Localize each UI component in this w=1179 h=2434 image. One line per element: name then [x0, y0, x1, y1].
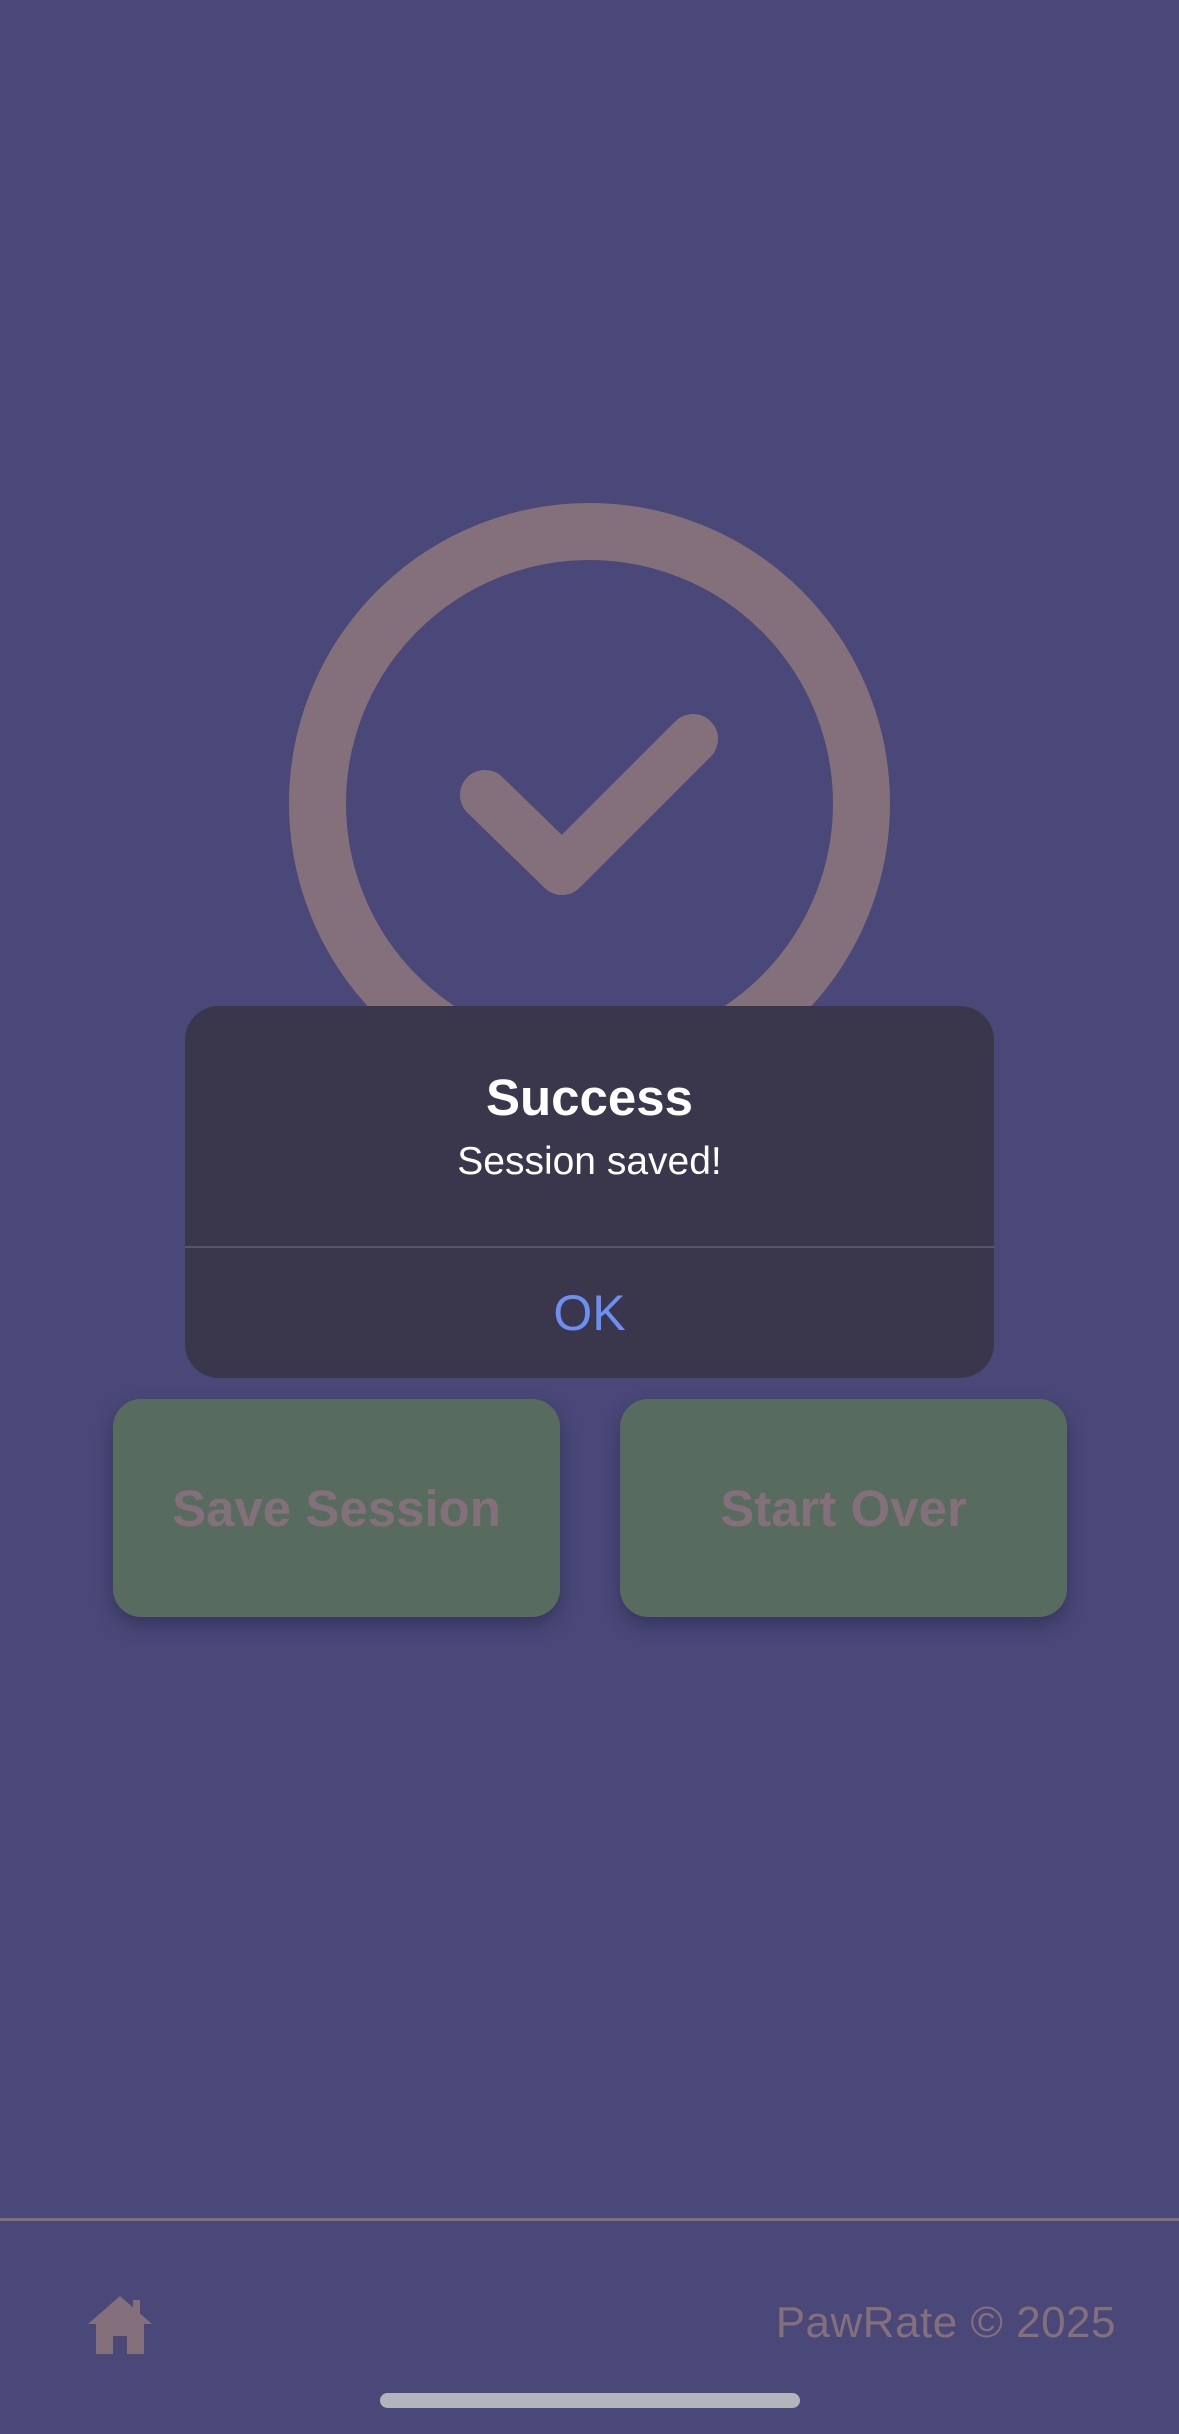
start-over-button[interactable]: Start Over [620, 1399, 1067, 1617]
alert-ok-button[interactable]: OK [185, 1248, 994, 1378]
home-indicator[interactable] [380, 2393, 800, 2408]
screen: Save Session Start Over PawRate © 2025 S… [0, 0, 1179, 2434]
copyright-text: PawRate © 2025 [775, 2298, 1116, 2347]
footer-divider [0, 2218, 1179, 2221]
success-alert-dialog: Success Session saved! OK [185, 1006, 994, 1378]
save-session-button[interactable]: Save Session [113, 1399, 560, 1617]
home-icon[interactable] [84, 2292, 156, 2358]
alert-message: Session saved! [457, 1140, 722, 1183]
alert-title: Success [486, 1069, 693, 1126]
alert-body: Success Session saved! [185, 1006, 994, 1246]
